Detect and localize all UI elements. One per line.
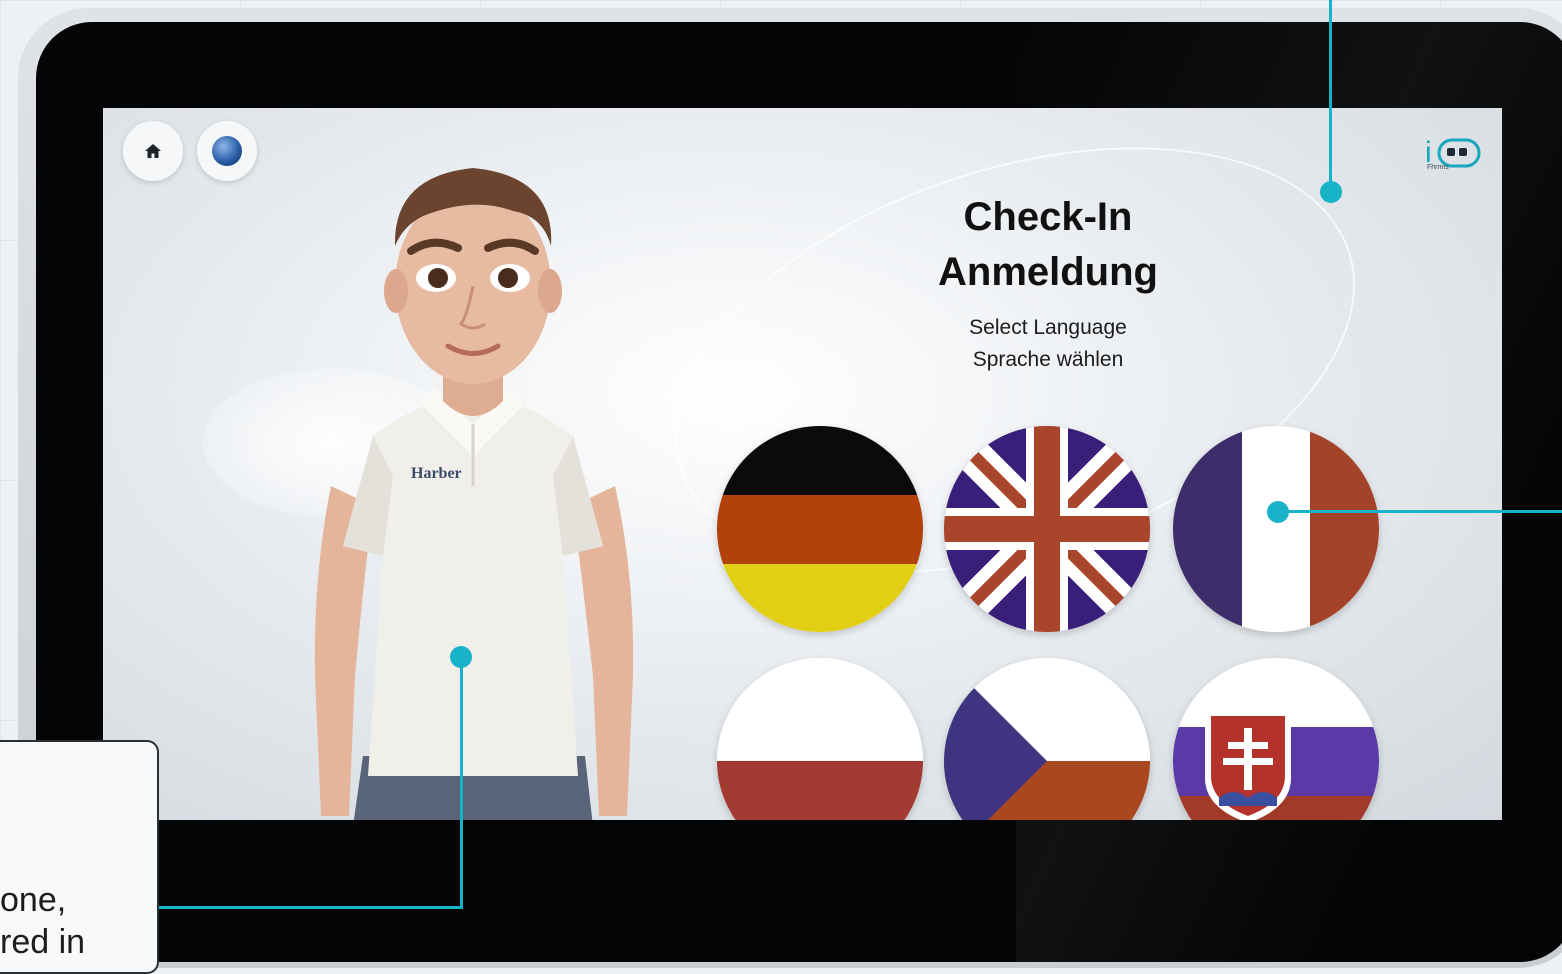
globe-icon [212, 136, 242, 166]
page-title-line2: Anmeldung [938, 250, 1158, 294]
callout-line-top [1329, 0, 1332, 192]
annotation-line1: one, [0, 881, 67, 919]
france-flag-icon [1173, 426, 1379, 632]
flag-french-button[interactable] [1173, 426, 1379, 632]
callout-line-avatar-vertical [460, 657, 463, 909]
assistant-avatar: Harber [314, 168, 634, 820]
flag-german-button[interactable] [717, 426, 923, 632]
logo-caption: Fhrmts [1427, 164, 1449, 171]
callout-dot-top [1320, 181, 1342, 203]
home-icon [145, 144, 161, 158]
home-button[interactable] [123, 121, 183, 181]
language-prompt-de: Sprache wählen [972, 348, 1124, 371]
language-prompt-en: Select Language [969, 316, 1127, 339]
page-title-line1: Check-In [963, 195, 1133, 239]
slovakia-flag-icon [1173, 658, 1379, 820]
callout-line-avatar-horizontal [150, 906, 463, 909]
language-prompt: Select Language Sprache wählen [903, 312, 1193, 376]
language-globe-button[interactable] [197, 121, 257, 181]
kiosk-screen: i Fhrmts Harber Check-In Anmeldung Selec… [103, 108, 1502, 820]
shirt-brand: Harber [411, 465, 462, 482]
title-block: Check-In Anmeldung Select Language Sprac… [903, 190, 1193, 376]
annotation-text: one, red in [0, 879, 85, 963]
flag-english-button[interactable] [944, 426, 1150, 632]
annotation-line2: red in [0, 923, 86, 961]
flag-slovak-button[interactable] [1173, 658, 1379, 820]
flag-czech-button[interactable] [944, 658, 1150, 820]
uk-flag-icon [944, 426, 1150, 632]
poland-flag-icon [717, 658, 923, 820]
flag-polish-button[interactable] [717, 658, 923, 820]
germany-flag-icon [717, 426, 923, 632]
callout-line-flags [1278, 510, 1562, 513]
czech-flag-icon [944, 658, 1150, 820]
